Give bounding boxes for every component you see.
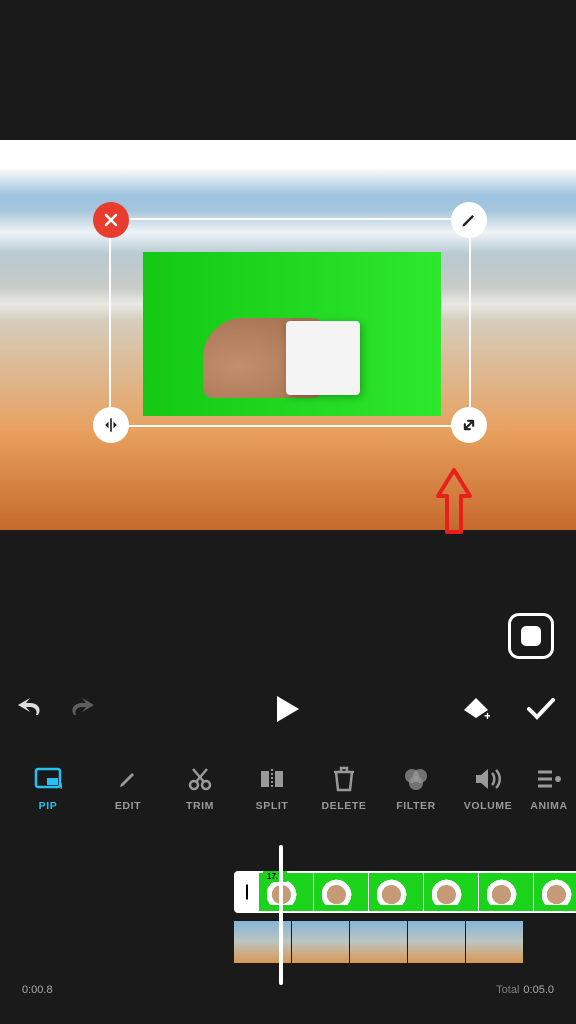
filter-icon [402, 764, 430, 794]
keyframe-add-icon: + [462, 696, 490, 722]
tool-label: ANIMA [530, 800, 567, 812]
pip-mirror-handle[interactable] [93, 407, 129, 443]
pip-overlay-content[interactable] [143, 252, 441, 416]
op-row: + [0, 689, 576, 733]
tool-label: PIP [39, 800, 58, 812]
redo-button [66, 697, 96, 726]
tool-pip[interactable]: + PIP [12, 764, 84, 812]
pip-clip-thumb[interactable] [369, 873, 423, 911]
tool-trim[interactable]: TRIM [164, 764, 236, 812]
pip-clip-thumb[interactable] [479, 873, 533, 911]
split-icon [259, 764, 285, 794]
play-button[interactable] [275, 694, 301, 729]
tool-label: VOLUME [464, 800, 513, 812]
pencil-icon [459, 210, 479, 230]
scissors-icon [187, 764, 213, 794]
resize-arrow-icon [459, 415, 479, 435]
play-icon [275, 694, 301, 724]
playhead[interactable] [279, 845, 283, 985]
pip-delete-handle[interactable] [93, 202, 129, 238]
redo-icon [66, 697, 94, 721]
total-time-wrap: Total 0:05.0 [496, 984, 554, 996]
main-clip-thumb[interactable] [350, 921, 407, 963]
undo-button[interactable] [18, 697, 48, 726]
tool-label: SPLIT [256, 800, 289, 812]
check-icon [526, 697, 556, 721]
svg-text:+: + [58, 781, 62, 791]
pip-resize-handle[interactable] [451, 407, 487, 443]
main-clip-thumb[interactable] [466, 921, 523, 963]
add-keyframe-button[interactable]: + [462, 696, 490, 727]
pip-clip-thumb[interactable] [534, 873, 576, 911]
tool-edit[interactable]: EDIT [92, 764, 164, 812]
animation-icon [536, 764, 562, 794]
tool-filter[interactable]: FILTER [380, 764, 452, 812]
pip-clip-thumb[interactable] [424, 873, 478, 911]
stop-record-button[interactable] [508, 613, 554, 659]
tool-label: FILTER [396, 800, 436, 812]
mirror-icon [101, 415, 121, 435]
tool-label: EDIT [115, 800, 141, 812]
pip-track[interactable]: | 17.7 [234, 871, 576, 913]
trash-icon [333, 764, 355, 794]
edit-toolbar: + PIP EDIT TRIM SPLIT DELETE FILTER VOLU… [0, 750, 576, 826]
undo-icon [18, 697, 46, 721]
tool-animation[interactable]: ANIMA [524, 764, 574, 812]
pip-overlay-frame[interactable] [109, 218, 471, 427]
pip-edit-handle[interactable] [451, 202, 487, 238]
pencil-icon [116, 764, 140, 794]
tool-delete[interactable]: DELETE [308, 764, 380, 812]
time-indicator-row: 0:00.8 Total 0:05.0 [0, 984, 576, 996]
pip-clip-thumb[interactable] [314, 873, 368, 911]
tool-label: DELETE [321, 800, 366, 812]
volume-icon [474, 764, 502, 794]
pip-track-left-handle[interactable]: | [236, 873, 258, 911]
tool-volume[interactable]: VOLUME [452, 764, 524, 812]
tool-label: TRIM [186, 800, 214, 812]
sky-cloud-decoration [0, 140, 576, 196]
pip-clip-duration: 17.7 [263, 871, 287, 882]
close-icon [101, 210, 121, 230]
tool-split[interactable]: SPLIT [236, 764, 308, 812]
total-label: Total [496, 984, 519, 996]
total-time: 0:05.0 [523, 984, 554, 996]
main-clip-thumb[interactable] [292, 921, 349, 963]
annotation-arrow [432, 466, 476, 536]
pip-icon: + [34, 764, 62, 794]
current-time: 0:00.8 [22, 984, 53, 996]
pip-content-case [286, 321, 360, 395]
confirm-button[interactable] [526, 697, 556, 726]
main-clip-thumb[interactable] [408, 921, 465, 963]
svg-text:+: + [484, 709, 490, 722]
main-track[interactable] [234, 921, 524, 963]
